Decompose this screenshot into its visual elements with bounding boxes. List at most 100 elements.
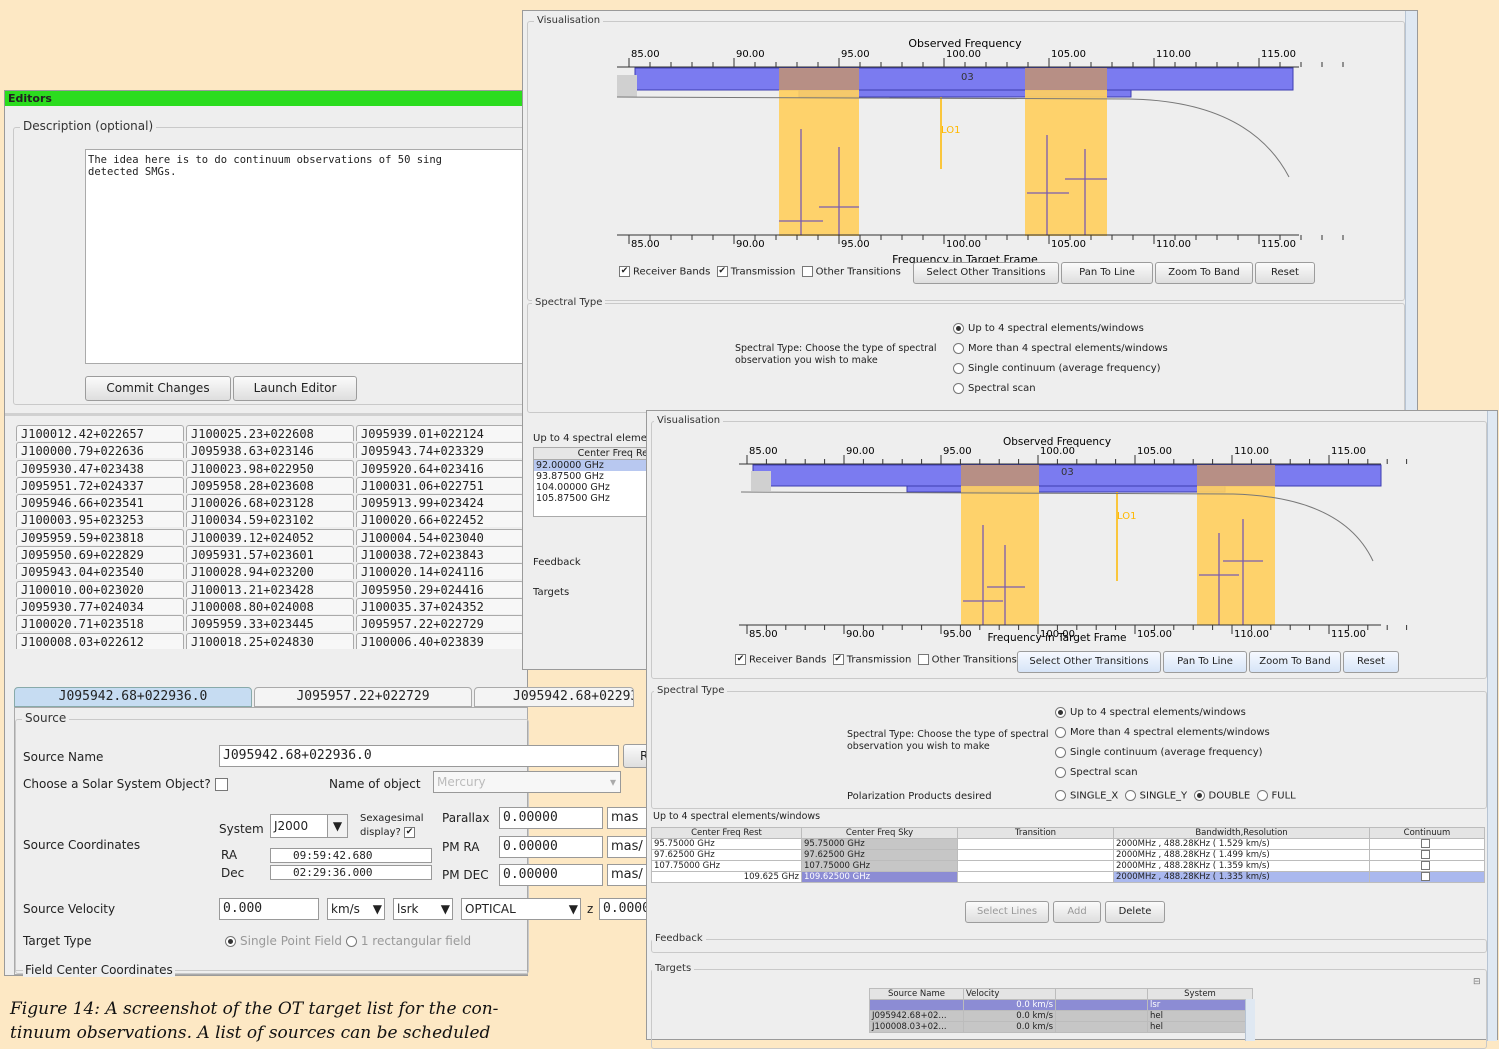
pm-ra-input[interactable]: 0.00000: [499, 836, 603, 858]
solar-system-checkbox[interactable]: [214, 778, 228, 791]
receiver-bands-checkbox[interactable]: ✔: [735, 654, 746, 665]
source-tab[interactable]: J095943.04+023540: [16, 563, 184, 580]
cell[interactable]: 2000MHz , 488.28KHz ( 1.335 km/s): [1113, 871, 1370, 883]
source-tab[interactable]: J100006.40+023839: [356, 632, 524, 649]
table-row[interactable]: J095942.68+02... 0.0 km/s hel: [869, 1010, 1253, 1022]
up-to-4-radio[interactable]: [1055, 706, 1066, 718]
other-transitions-checkbox[interactable]: [917, 654, 929, 665]
targets-scrollbar[interactable]: [1245, 999, 1255, 1041]
source-tab[interactable]: J100026.68+023128: [186, 494, 354, 511]
spectral-scan-radio[interactable]: [953, 382, 964, 394]
col-transition[interactable]: Transition: [957, 827, 1114, 839]
col-blank[interactable]: [1055, 988, 1148, 1000]
cell[interactable]: 107.75000 GHz: [651, 860, 802, 872]
source-name-input[interactable]: J095942.68+022936.0: [219, 745, 619, 767]
more-than-4-radio[interactable]: [953, 342, 964, 354]
more-than-4-radio[interactable]: [1055, 726, 1066, 738]
cell[interactable]: [1055, 1010, 1148, 1022]
source-tab[interactable]: J095930.47+023438: [16, 459, 184, 476]
source-tab[interactable]: J100039.12+024052: [186, 528, 354, 545]
cell[interactable]: 2000MHz , 488.28KHz ( 1.359 km/s): [1113, 860, 1370, 872]
full-radio[interactable]: [1256, 790, 1268, 801]
parallax-unit[interactable]: mas: [607, 807, 647, 829]
cell[interactable]: 109.62500 GHz: [801, 871, 958, 883]
source-tab[interactable]: J095959.59+023818: [16, 528, 184, 545]
cell[interactable]: [1369, 838, 1485, 850]
continuum-checkbox[interactable]: [1421, 850, 1430, 859]
source-tab[interactable]: J100038.72+023843: [356, 546, 524, 563]
source-tab[interactable]: J095950.29+024416: [356, 580, 524, 597]
velocity-frame-select[interactable]: lsrk ▼: [393, 898, 453, 920]
source-tab[interactable]: J095950.69+022829: [16, 546, 184, 563]
velocity-unit-select[interactable]: km/s ▼: [327, 898, 385, 920]
table-row[interactable]: 105.87500 GHz: [534, 493, 650, 504]
table-row[interactable]: 93.87500 GHz: [534, 471, 650, 482]
source-tab[interactable]: J095931.57+023601: [186, 546, 354, 563]
cell[interactable]: [1369, 860, 1485, 872]
collapse-icon[interactable]: ⊟: [1473, 977, 1481, 987]
other-transitions-checkbox[interactable]: [801, 266, 813, 277]
source-tab[interactable]: J095946.66+023541: [16, 494, 184, 511]
pm-dec-unit[interactable]: mas/: [607, 864, 647, 886]
pan-to-line-button[interactable]: Pan To Line: [1163, 651, 1247, 673]
zoom-to-band-button[interactable]: Zoom To Band: [1155, 262, 1253, 284]
object-select[interactable]: Mercury ▾: [433, 771, 621, 793]
cell[interactable]: [1055, 999, 1148, 1011]
velocity-input[interactable]: 0.000: [219, 898, 319, 920]
single-x-radio[interactable]: [1055, 790, 1066, 801]
cell[interactable]: 95.75000 GHz: [801, 838, 958, 850]
tab-source-3[interactable]: J095942.68+02293: [474, 687, 634, 707]
table-row-selected[interactable]: 0.0 km/s lsr: [869, 999, 1253, 1011]
add-button[interactable]: Add: [1053, 901, 1101, 923]
select-lines-button[interactable]: Select Lines: [965, 901, 1049, 923]
single-point-radio[interactable]: [225, 936, 236, 947]
reset-button[interactable]: Reset: [1255, 262, 1315, 284]
z-input[interactable]: 0.0000: [599, 898, 649, 920]
cell[interactable]: 0.0 km/s: [963, 1021, 1056, 1033]
source-tab[interactable]: J100004.54+023040: [356, 528, 524, 545]
source-tab[interactable]: J100031.06+022751: [356, 476, 524, 493]
single-continuum-radio[interactable]: [953, 362, 964, 374]
source-tab[interactable]: J100018.25+024830: [186, 632, 354, 649]
ra-input[interactable]: 09:59:42.680: [270, 848, 432, 863]
cell[interactable]: hel: [1147, 1021, 1253, 1033]
col-bandwidth[interactable]: Bandwidth,Resolution: [1113, 827, 1370, 839]
transmission-checkbox[interactable]: ✔: [716, 266, 728, 277]
up-to-4-radio[interactable]: [953, 322, 964, 334]
back-scrollbar[interactable]: [1405, 11, 1417, 411]
source-tab[interactable]: J100000.79+022636: [16, 442, 184, 459]
source-tab[interactable]: J095913.99+023424: [356, 494, 524, 511]
delete-button[interactable]: Delete: [1105, 901, 1165, 923]
source-tab[interactable]: J095957.22+022729: [356, 615, 524, 632]
col-center-freq-rest[interactable]: Center Freq Rest: [651, 827, 802, 839]
source-tab[interactable]: J100034.59+023102: [186, 511, 354, 528]
cell[interactable]: hel: [1147, 1010, 1253, 1022]
receiver-bands-checkbox[interactable]: ✔: [619, 266, 630, 277]
source-tab[interactable]: J100025.23+022608: [186, 425, 354, 441]
select-other-transitions-button[interactable]: Select Other Transitions: [913, 262, 1059, 284]
dec-input[interactable]: 02:29:36.000: [270, 865, 432, 880]
cell[interactable]: 2000MHz , 488.28KHz ( 1.529 km/s): [1113, 838, 1370, 850]
cell[interactable]: 2000MHz , 488.28KHz ( 1.499 km/s): [1113, 849, 1370, 861]
table-row[interactable]: 104.00000 GHz: [534, 482, 650, 493]
source-tab[interactable]: J100023.98+022950: [186, 459, 354, 476]
source-tab[interactable]: J100008.80+024008: [186, 597, 354, 614]
cell[interactable]: 0.0 km/s: [963, 999, 1056, 1011]
source-tab[interactable]: J100020.66+022452: [356, 511, 524, 528]
cell[interactable]: 97.62500 GHz: [651, 849, 802, 861]
double-radio[interactable]: [1193, 790, 1205, 801]
select-other-transitions-button[interactable]: Select Other Transitions: [1017, 651, 1161, 673]
source-tab[interactable]: J095938.63+023146: [186, 442, 354, 459]
cell[interactable]: 109.625 GHz: [651, 871, 802, 883]
cell[interactable]: 107.75000 GHz: [801, 860, 958, 872]
parallax-input[interactable]: 0.00000: [499, 807, 603, 829]
table-row[interactable]: 92.00000 GHz: [534, 460, 650, 471]
cell[interactable]: 0.0 km/s: [963, 1010, 1056, 1022]
cell[interactable]: J095942.68+02...: [869, 1010, 964, 1022]
pan-to-line-button[interactable]: Pan To Line: [1061, 262, 1153, 284]
table-row[interactable]: 97.62500 GHz 97.62500 GHz 2000MHz , 488.…: [651, 849, 1485, 861]
sexagesimal-checkbox[interactable]: ✔: [404, 826, 416, 838]
single-continuum-radio[interactable]: [1055, 746, 1066, 758]
source-tab[interactable]: J100012.42+022657: [16, 425, 184, 441]
transmission-checkbox[interactable]: ✔: [832, 654, 844, 665]
